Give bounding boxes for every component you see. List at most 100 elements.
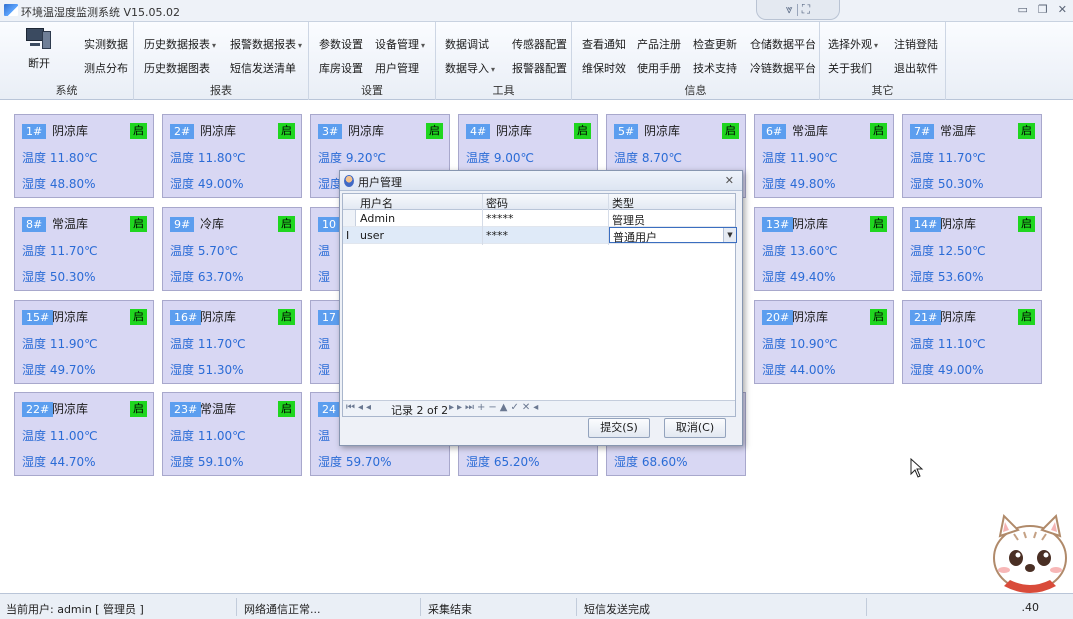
ribbon-group-settings: 参数设置 设备管理 ▾ 库房设置 用户管理 设置: [309, 22, 436, 100]
sensor-card[interactable]: 2# 阴凉库 启 温度 11.80℃ 湿度 49.00%: [162, 114, 302, 198]
table-row[interactable]: Admin ***** 管理员: [343, 210, 735, 227]
data-import-button[interactable]: 数据导入 ▾: [445, 60, 495, 76]
grid-header: 用户名 密码 类型: [343, 194, 735, 210]
ribbon-group-system: 断开 实测数据 测点分布 系统: [0, 22, 134, 100]
sensor-card[interactable]: 7# 常温库 启 温度 11.70℃ 湿度 50.30%: [902, 114, 1042, 198]
status-badge: 启: [426, 123, 443, 139]
maintenance-button[interactable]: 维保时效: [582, 60, 626, 76]
column-header-username[interactable]: 用户名: [360, 195, 393, 211]
sensor-card[interactable]: 20# 阴凉库 启 温度 10.90℃ 湿度 44.00%: [754, 300, 894, 384]
sensor-card[interactable]: 21# 阴凉库 启 温度 11.10℃ 湿度 49.00%: [902, 300, 1042, 384]
select-skin-label: 选择外观: [828, 38, 872, 51]
temperature-value: 温度 9.00℃: [466, 151, 535, 165]
history-report-button[interactable]: 历史数据报表 ▾: [144, 36, 216, 52]
humidity-value: 湿度 65.20%: [466, 455, 540, 469]
humidity-value: 湿度 48.80%: [22, 177, 96, 191]
card-number: 17: [318, 310, 340, 325]
title-center-tools[interactable]: ⩔ ⛶: [756, 0, 840, 20]
temperature-value: 温度 11.70℃: [170, 337, 246, 351]
restore-icon[interactable]: ❐: [1038, 3, 1048, 16]
column-header-password[interactable]: 密码: [486, 195, 508, 211]
disconnect-button[interactable]: 断开: [22, 28, 56, 71]
user-icon: [344, 175, 354, 187]
username-cell[interactable]: user: [360, 229, 384, 242]
sensor-card[interactable]: 8# 常温库 启 温度 11.70℃ 湿度 50.30%: [14, 207, 154, 291]
temperature-value: 温度 9.20℃: [318, 151, 387, 165]
sensor-card[interactable]: 22# 阴凉库 启 温度 11.00℃ 湿度 44.70%: [14, 392, 154, 476]
status-badge: 启: [278, 216, 295, 232]
sensor-card[interactable]: 14# 阴凉库 启 温度 12.50℃ 湿度 53.60%: [902, 207, 1042, 291]
type-cell[interactable]: 管理员: [612, 212, 645, 228]
check-update-button[interactable]: 检查更新: [693, 36, 737, 52]
point-distribution-button[interactable]: 测点分布: [84, 60, 128, 76]
card-number: 21#: [910, 310, 942, 325]
status-badge: 启: [130, 309, 147, 325]
alarm-config-button[interactable]: 报警器配置: [512, 60, 567, 76]
card-name: 常温库: [940, 124, 977, 138]
column-header-type[interactable]: 类型: [612, 195, 634, 211]
sensor-card[interactable]: 23# 常温库 启 温度 11.00℃ 湿度 59.10%: [162, 392, 302, 476]
nav-next-last-add-remove-icons[interactable]: ▸▸⏭+−▲✓✕◂: [449, 402, 541, 413]
sensor-card[interactable]: 9# 冷库 启 温度 5.70℃ 湿度 63.70%: [162, 207, 302, 291]
close-icon[interactable]: ✕: [725, 174, 734, 187]
temperature-value: 温度 11.90℃: [762, 151, 838, 165]
select-skin-button[interactable]: 选择外观 ▾: [828, 36, 878, 52]
current-user-status: 当前用户: admin [ 管理员 ]: [6, 603, 144, 616]
grid-icon[interactable]: ⛶: [802, 2, 810, 17]
table-row[interactable]: I user **** 普通用户 ▼: [343, 227, 737, 244]
sensor-config-button[interactable]: 传感器配置: [512, 36, 567, 52]
submit-button[interactable]: 提交(S): [588, 418, 650, 438]
humidity-value: 湿度 50.30%: [22, 270, 96, 284]
status-badge: 启: [870, 123, 887, 139]
user-manage-dialog: 用户管理 ✕ 用户名 密码 类型 Admin ***** 管理员 I user …: [339, 170, 743, 446]
param-settings-button[interactable]: 参数设置: [319, 36, 363, 52]
signal-icon[interactable]: ⩔: [786, 2, 793, 17]
sensor-card[interactable]: 6# 常温库 启 温度 11.90℃ 湿度 49.80%: [754, 114, 894, 198]
cancel-button[interactable]: 取消(C): [664, 418, 726, 438]
history-chart-button[interactable]: 历史数据图表: [144, 60, 210, 76]
card-name: 阴凉库: [52, 402, 89, 416]
view-notice-button[interactable]: 查看通知: [582, 36, 626, 52]
minimize-icon[interactable]: ▭: [1018, 3, 1028, 16]
divider: [236, 598, 237, 616]
temperature-value: 温度 5.70℃: [170, 244, 239, 258]
ribbon-toolbar: 断开 实测数据 测点分布 系统 历史数据报表 ▾ 报警数据报表 ▾ 历史数据图表 短…: [0, 22, 1073, 100]
nav-first-prev-icons[interactable]: ⏮◂◂: [346, 402, 374, 413]
card-name: 阴凉库: [52, 124, 89, 138]
card-name: 阴凉库: [940, 310, 977, 324]
data-debug-button[interactable]: 数据调试: [445, 36, 489, 52]
warehouse-settings-button[interactable]: 库房设置: [319, 60, 363, 76]
sms-list-button[interactable]: 短信发送清单: [230, 60, 296, 76]
manual-button[interactable]: 使用手册: [637, 60, 681, 76]
exit-button[interactable]: 退出软件: [894, 60, 938, 76]
humidity-value: 湿度 59.70%: [318, 455, 392, 469]
status-badge: 启: [870, 216, 887, 232]
device-manage-button[interactable]: 设备管理 ▾: [375, 36, 425, 52]
sensor-card[interactable]: 15# 阴凉库 启 温度 11.90℃ 湿度 49.70%: [14, 300, 154, 384]
sensor-card[interactable]: 13# 阴凉库 启 温度 13.60℃ 湿度 49.40%: [754, 207, 894, 291]
type-select[interactable]: 普通用户 ▼: [609, 227, 737, 244]
temperature-value: 温度 8.70℃: [614, 151, 683, 165]
coldchain-platform-button[interactable]: 冷链数据平台: [750, 60, 816, 76]
password-cell[interactable]: ****: [486, 229, 508, 242]
about-button[interactable]: 关于我们: [828, 60, 872, 76]
user-manage-button[interactable]: 用户管理: [375, 60, 419, 76]
storage-platform-button[interactable]: 仓储数据平台: [750, 36, 816, 52]
realtime-data-button[interactable]: 实测数据: [84, 36, 128, 52]
alarm-report-button[interactable]: 报警数据报表 ▾: [230, 36, 302, 52]
username-cell[interactable]: Admin: [360, 212, 395, 225]
close-icon[interactable]: ✕: [1058, 3, 1067, 16]
password-cell[interactable]: *****: [486, 212, 514, 225]
product-register-button[interactable]: 产品注册: [637, 36, 681, 52]
tech-support-button[interactable]: 技术支持: [693, 60, 737, 76]
sensor-card[interactable]: 16# 阴凉库 启 温度 11.70℃ 湿度 51.30%: [162, 300, 302, 384]
sensor-card[interactable]: 1# 阴凉库 启 温度 11.80℃ 湿度 48.80%: [14, 114, 154, 198]
status-badge: 启: [130, 216, 147, 232]
logout-button[interactable]: 注销登陆: [894, 36, 938, 52]
alarm-report-label: 报警数据报表: [230, 38, 296, 51]
chevron-down-icon[interactable]: ▼: [723, 228, 736, 242]
humidity-value: 湿度 51.30%: [170, 363, 244, 377]
ribbon-group-label: 其它: [871, 84, 894, 97]
temperature-value: 温度 11.80℃: [22, 151, 98, 165]
dialog-title-bar[interactable]: 用户管理 ✕: [340, 171, 742, 191]
